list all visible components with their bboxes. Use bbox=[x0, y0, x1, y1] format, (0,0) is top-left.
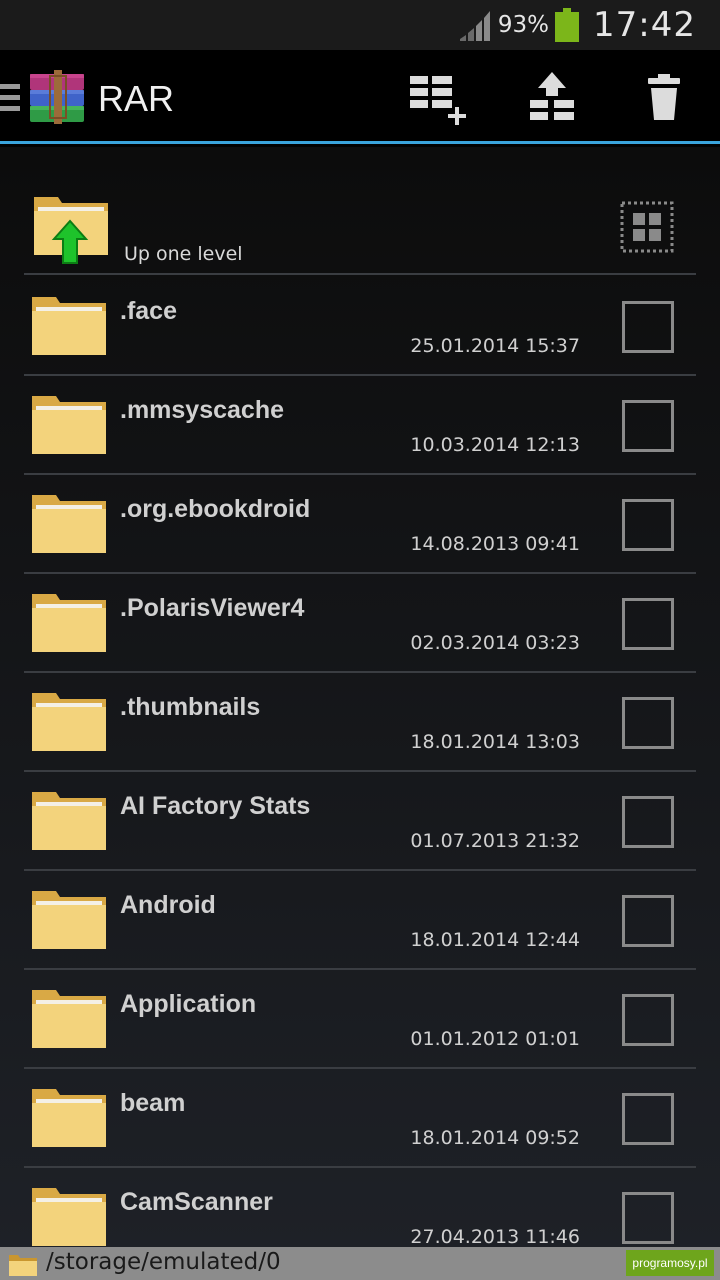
file-list: Up one level .face 25.01.2014 15:37 .mms… bbox=[0, 147, 720, 1247]
select-checkbox[interactable] bbox=[622, 895, 674, 947]
folder-icon bbox=[32, 990, 106, 1048]
status-bar: 93% 17:42 bbox=[0, 0, 720, 50]
file-name: .mmsyscache bbox=[120, 396, 285, 424]
path-bar: /storage/emulated/0 programosy.pl bbox=[0, 1247, 720, 1280]
extract-button[interactable] bbox=[520, 70, 584, 130]
file-name: Android bbox=[120, 891, 216, 919]
file-name: .face bbox=[120, 297, 177, 325]
select-checkbox[interactable] bbox=[622, 301, 674, 353]
list-item[interactable]: .mmsyscache 10.03.2014 12:13 bbox=[24, 376, 696, 475]
file-date: 25.01.2014 15:37 bbox=[410, 335, 580, 357]
file-name: Application bbox=[120, 990, 257, 1018]
file-name: AI Factory Stats bbox=[120, 792, 311, 820]
file-date: 27.04.2013 11:46 bbox=[410, 1226, 580, 1247]
add-to-archive-button[interactable] bbox=[406, 70, 470, 130]
up-one-level-row[interactable]: Up one level bbox=[24, 177, 696, 275]
list-item[interactable]: .org.ebookdroid 14.08.2013 09:41 bbox=[24, 475, 696, 574]
battery-percent: 93% bbox=[497, 12, 550, 38]
select-checkbox[interactable] bbox=[622, 499, 674, 551]
folder-icon bbox=[32, 693, 106, 751]
file-date: 18.01.2014 13:03 bbox=[410, 731, 580, 753]
file-date: 01.01.2012 01:01 bbox=[410, 1028, 580, 1050]
list-item[interactable]: AI Factory Stats 01.07.2013 21:32 bbox=[24, 772, 696, 871]
list-item[interactable]: Application 01.01.2012 01:01 bbox=[24, 970, 696, 1069]
select-checkbox[interactable] bbox=[622, 1192, 674, 1244]
list-item[interactable]: CamScanner 27.04.2013 11:46 bbox=[24, 1168, 696, 1247]
select-checkbox[interactable] bbox=[622, 400, 674, 452]
folder-icon bbox=[9, 1255, 37, 1276]
signal-icon bbox=[459, 11, 490, 41]
list-item[interactable]: .thumbnails 18.01.2014 13:03 bbox=[24, 673, 696, 772]
file-date: 14.08.2013 09:41 bbox=[410, 533, 580, 555]
list-item[interactable]: .face 25.01.2014 15:37 bbox=[24, 277, 696, 376]
file-name: .PolarisViewer4 bbox=[120, 594, 305, 622]
extract-icon bbox=[530, 72, 574, 120]
file-date: 10.03.2014 12:13 bbox=[410, 434, 580, 456]
file-name: .org.ebookdroid bbox=[120, 495, 311, 523]
folder-icon bbox=[32, 594, 106, 652]
battery-icon bbox=[555, 8, 580, 42]
select-checkbox[interactable] bbox=[622, 994, 674, 1046]
action-bar: RAR bbox=[0, 50, 720, 144]
menu-icon[interactable] bbox=[0, 84, 20, 114]
file-date: 01.07.2013 21:32 bbox=[410, 830, 580, 852]
folder-icon bbox=[32, 495, 106, 553]
file-name: .thumbnails bbox=[120, 693, 261, 721]
file-date: 18.01.2014 12:44 bbox=[410, 929, 580, 951]
list-item[interactable]: Android 18.01.2014 12:44 bbox=[24, 871, 696, 970]
grid-view-icon[interactable] bbox=[620, 201, 674, 253]
list-item[interactable]: beam 18.01.2014 09:52 bbox=[24, 1069, 696, 1168]
delete-button[interactable] bbox=[632, 70, 696, 130]
watermark-logo: programosy.pl bbox=[626, 1250, 714, 1276]
current-path: /storage/emulated/0 bbox=[46, 1249, 281, 1275]
folder-icon bbox=[32, 891, 106, 949]
folder-icon bbox=[32, 792, 106, 850]
folder-icon bbox=[32, 396, 106, 454]
select-checkbox[interactable] bbox=[622, 1093, 674, 1145]
delete-icon bbox=[648, 74, 680, 120]
list-item[interactable]: .PolarisViewer4 02.03.2014 03:23 bbox=[24, 574, 696, 673]
select-checkbox[interactable] bbox=[622, 697, 674, 749]
clock: 17:42 bbox=[593, 5, 696, 45]
app-title: RAR bbox=[98, 78, 175, 119]
file-date: 02.03.2014 03:23 bbox=[410, 632, 580, 654]
folder-up-icon bbox=[34, 197, 108, 264]
file-name: CamScanner bbox=[120, 1188, 273, 1216]
folder-icon bbox=[32, 1089, 106, 1147]
select-checkbox[interactable] bbox=[622, 598, 674, 650]
select-checkbox[interactable] bbox=[622, 796, 674, 848]
folder-icon bbox=[32, 297, 106, 355]
file-date: 18.01.2014 09:52 bbox=[410, 1127, 580, 1149]
add-to-archive-icon bbox=[410, 76, 466, 125]
file-name: beam bbox=[120, 1089, 186, 1117]
up-one-level-label: Up one level bbox=[124, 243, 243, 265]
winrar-logo[interactable] bbox=[28, 68, 86, 126]
folder-icon bbox=[32, 1188, 106, 1246]
